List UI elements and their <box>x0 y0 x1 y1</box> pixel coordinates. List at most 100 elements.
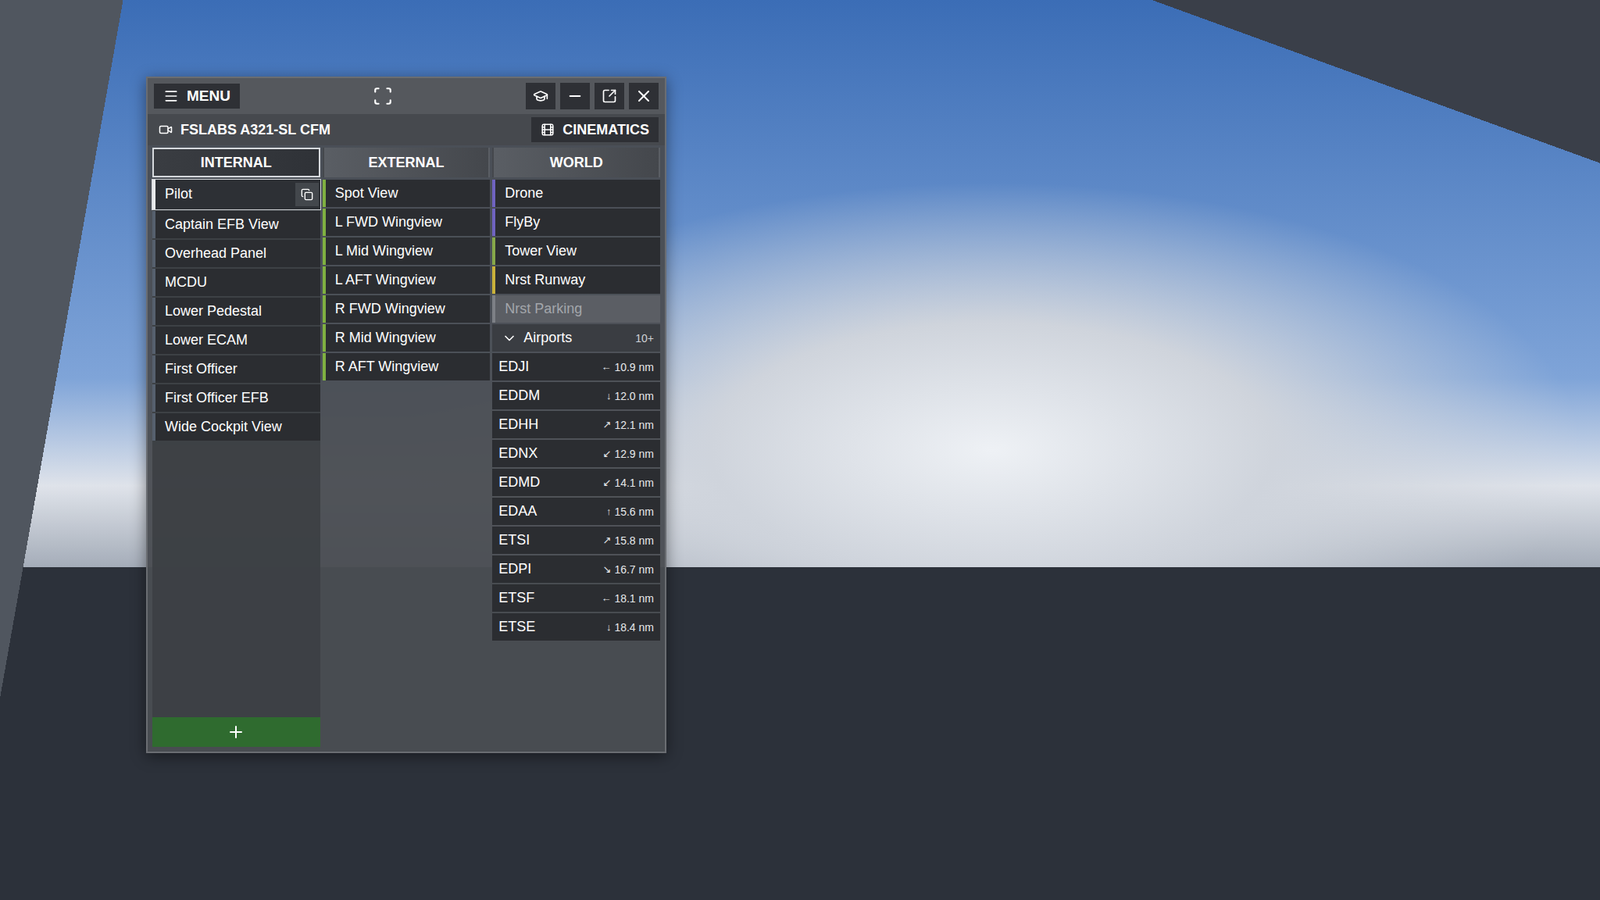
camera-item-label: L AFT Wingview <box>335 271 485 290</box>
airport-code: EDAA <box>498 503 607 520</box>
direction-arrow: ↗ <box>603 534 612 547</box>
airport-row[interactable]: EDJI←10.9 nm <box>492 353 661 381</box>
airport-distance: ↙14.1 nm <box>603 476 655 490</box>
camera-item-label: Lower Pedestal <box>164 303 315 321</box>
camera-item-label: Nrst Parking <box>504 300 654 318</box>
cinematics-button[interactable]: CINEMATICS <box>531 117 659 143</box>
direction-arrow: ↗ <box>603 418 612 431</box>
camera-item[interactable]: L Mid Wingview <box>322 237 491 265</box>
airport-distance: ↑15.6 nm <box>606 505 654 518</box>
airport-code: ETSE <box>498 618 607 636</box>
internal-column: Pilot Captain EFB View Overhead Panel MCDU L… <box>152 179 321 747</box>
camera-item[interactable]: L AFT Wingview <box>322 266 491 294</box>
camera-item-label: Nrst Runway <box>504 271 654 290</box>
airport-row[interactable]: ETSE↓18.4 nm <box>492 613 661 641</box>
airport-distance: ↙12.9 nm <box>603 447 655 461</box>
copy-button[interactable] <box>295 182 319 207</box>
camera-item[interactable]: R AFT Wingview <box>322 353 491 381</box>
camera-tab[interactable]: EXTERNAL <box>322 147 491 178</box>
tutorial-button[interactable] <box>525 82 556 110</box>
airport-row[interactable]: EDDM↓12.0 nm <box>492 382 661 410</box>
distance-value: 10.9 nm <box>614 360 654 374</box>
camera-tab[interactable]: WORLD <box>492 147 661 178</box>
aircraft-header: FSLABS A321-SL CFMCINEMATICS <box>147 114 665 146</box>
distance-value: 14.1 nm <box>614 476 654 490</box>
minus-icon <box>566 87 584 105</box>
airport-distance: ↘16.7 nm <box>603 563 655 576</box>
camera-item[interactable]: R Mid Wingview <box>322 324 491 352</box>
tab-row: INTERNALEXTERNALWORLD <box>147 145 665 178</box>
external-window-icon <box>601 88 618 104</box>
external-column: Spot View L FWD Wingview L Mid Wingview L A… <box>322 179 491 747</box>
copy-icon <box>300 188 314 201</box>
minimize-button[interactable] <box>560 82 590 110</box>
camera-item[interactable]: MCDU <box>152 268 321 297</box>
camera-item-label: Drone <box>504 185 654 203</box>
camera-item[interactable]: Captain EFB View <box>152 210 321 239</box>
camera-item-label: First Officer <box>164 360 315 379</box>
distance-value: 16.7 nm <box>614 563 654 576</box>
menu-button[interactable]: MENU <box>153 83 240 109</box>
add-camera-button[interactable] <box>152 717 321 747</box>
camera-item[interactable]: First Officer <box>152 355 321 383</box>
camera-item[interactable]: Overhead Panel <box>152 239 321 268</box>
distance-value: 18.1 nm <box>614 592 654 605</box>
direction-arrow: ↓ <box>606 389 612 402</box>
distance-value: 12.9 nm <box>614 447 654 461</box>
camera-item-label: L FWD Wingview <box>335 214 485 232</box>
camera-item[interactable]: L FWD Wingview <box>322 208 491 236</box>
airport-code: ETSF <box>498 589 601 607</box>
title-center <box>244 82 522 110</box>
film-icon <box>540 122 555 137</box>
direction-arrow: ← <box>600 592 611 604</box>
camera-item[interactable]: FlyBy <box>492 208 661 236</box>
airport-row[interactable]: EDMD↙14.1 nm <box>492 468 661 497</box>
camera-item-label: Lower ECAM <box>164 332 315 350</box>
airport-row[interactable]: EDNX↙12.9 nm <box>492 439 661 468</box>
airport-row[interactable]: EDHH↗12.1 nm <box>492 410 661 439</box>
camera-item-label: Overhead Panel <box>164 245 315 263</box>
camera-item[interactable]: Drone <box>492 179 661 208</box>
airport-row[interactable]: EDPI↘16.7 nm <box>492 555 661 583</box>
camera-item-label: Spot View <box>335 185 485 203</box>
airport-distance: ↗15.8 nm <box>603 534 655 547</box>
camera-item[interactable]: First Officer EFB <box>152 384 321 412</box>
undock-button[interactable] <box>594 82 625 110</box>
direction-arrow: ↙ <box>603 476 612 489</box>
camera-item[interactable]: Lower ECAM <box>152 326 321 354</box>
camera-item-label: Wide Cockpit View <box>164 418 315 436</box>
airports-count: 10+ <box>635 332 654 345</box>
camera-panel: MENU FSLABS A321-SL CFMCINEMATICSINTERNAL… <box>146 76 667 754</box>
camera-tab[interactable]: INTERNAL <box>152 147 321 178</box>
camera-item[interactable]: Lower Pedestal <box>152 297 321 325</box>
camera-item[interactable]: Nrst Runway <box>492 266 661 294</box>
airport-code: EDMD <box>498 474 603 491</box>
camera-item-label: Pilot <box>164 185 296 204</box>
close-button[interactable] <box>628 82 659 110</box>
camera-item[interactable]: R FWD Wingview <box>322 295 491 323</box>
airport-code: EDJI <box>498 358 601 375</box>
camera-item[interactable]: Wide Cockpit View <box>152 413 321 441</box>
camera-item[interactable]: Spot View <box>322 179 491 208</box>
camera-icon <box>158 122 173 137</box>
airports-label: Airports <box>523 329 572 347</box>
airport-distance: ↓12.0 nm <box>606 389 654 403</box>
cockpit-view: MENU FSLABS A321-SL CFMCINEMATICSINTERNAL… <box>0 0 1600 900</box>
direction-arrow: ← <box>600 360 611 373</box>
direction-arrow: ↘ <box>603 563 612 575</box>
camera-item[interactable]: Tower View <box>492 237 661 265</box>
camera-item-label: FlyBy <box>504 214 654 232</box>
airport-row[interactable]: EDAA↑15.6 nm <box>492 497 661 525</box>
drone-icon <box>372 85 393 107</box>
airport-distance: ↗12.1 nm <box>603 418 655 432</box>
camera-item-label: L Mid Wingview <box>335 242 485 261</box>
plus-icon <box>226 722 246 742</box>
airports-header[interactable]: Airports 10+ <box>492 324 661 352</box>
airport-code: EDPI <box>498 560 603 578</box>
drone-button[interactable] <box>367 82 398 110</box>
airport-row[interactable]: ETSI↗15.8 nm <box>492 526 661 554</box>
camera-item-label: First Officer EFB <box>164 389 315 408</box>
airport-row[interactable]: ETSF←18.1 nm <box>492 584 661 612</box>
camera-item[interactable]: Pilot <box>152 179 321 210</box>
camera-columns: Pilot Captain EFB View Overhead Panel MCDU L… <box>147 177 665 752</box>
